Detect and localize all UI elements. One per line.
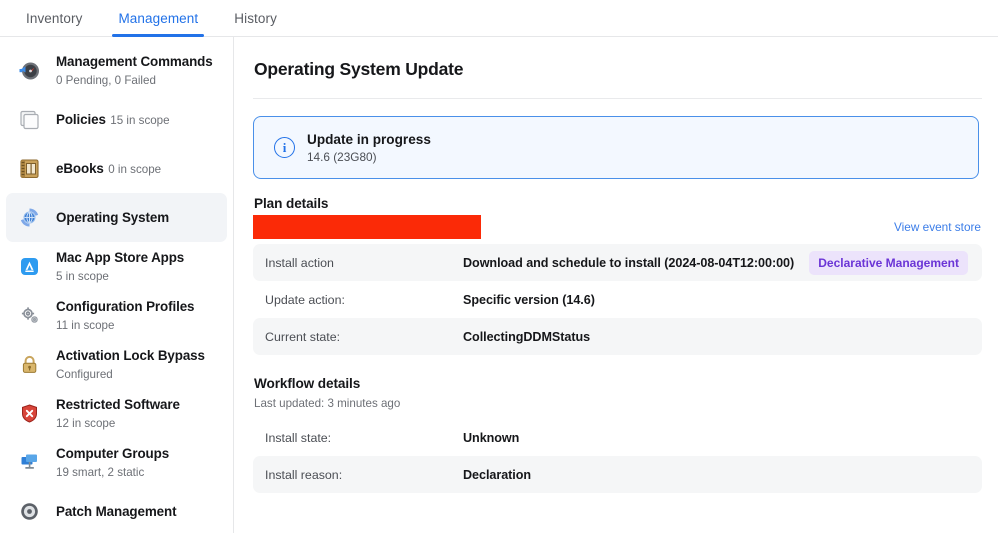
sidebar-item-text: Mac App Store Apps 5 in scope (56, 249, 217, 285)
sidebar-item-title: Policies (56, 111, 106, 127)
restricted-software-icon (16, 400, 43, 427)
sidebar-item-ebooks[interactable]: eBooks 0 in scope (6, 144, 227, 193)
table-row: Update action: Specific version (14.6) (253, 281, 982, 318)
sidebar-item-management-commands[interactable]: Management Commands 0 Pending, 0 Failed (6, 46, 227, 95)
sidebar-item-computer-groups[interactable]: Computer Groups 19 smart, 2 static (6, 438, 227, 487)
sidebar: Management Commands 0 Pending, 0 Failed … (0, 37, 234, 533)
sidebar-item-text: Restricted Software 12 in scope (56, 396, 217, 432)
tab-management[interactable]: Management (100, 0, 216, 37)
banner-title: Update in progress (307, 131, 431, 147)
table-row: Install state: Unknown (253, 419, 982, 456)
sidebar-item-restricted-software[interactable]: Restricted Software 12 in scope (6, 389, 227, 438)
table-row: Install reason: Declaration (253, 456, 982, 493)
view-event-store-link[interactable]: View event store (894, 220, 982, 234)
sidebar-item-text: Configuration Profiles 11 in scope (56, 298, 217, 334)
row-value: Declaration (463, 467, 532, 482)
management-commands-icon (16, 57, 43, 84)
info-icon: i (274, 137, 295, 158)
redacted-block (253, 215, 481, 239)
tab-inventory[interactable]: Inventory (8, 0, 100, 36)
sidebar-item-text: Patch Management (56, 503, 177, 521)
row-value: Specific version (14.6) (463, 292, 595, 307)
sidebar-item-subtitle: 0 Pending, 0 Failed (56, 73, 156, 87)
row-value: CollectingDDMStatus (463, 329, 591, 344)
sidebar-item-text: eBooks 0 in scope (56, 160, 161, 178)
sidebar-item-text: Management Commands 0 Pending, 0 Failed (56, 53, 217, 89)
sidebar-item-subtitle: 5 in scope (56, 269, 109, 283)
sidebar-item-subtitle: 12 in scope (56, 416, 116, 430)
row-label: Install reason: (265, 467, 343, 482)
tab-inventory-label: Inventory (26, 10, 83, 26)
sidebar-item-activation-lock-bypass[interactable]: Activation Lock Bypass Configured (6, 340, 227, 389)
row-label: Current state: (265, 329, 341, 344)
sidebar-item-text: Activation Lock Bypass Configured (56, 347, 217, 383)
row-value: Download and schedule to install (2024-0… (463, 255, 795, 270)
plan-subheader-row: View event store (253, 215, 982, 239)
tab-history[interactable]: History (216, 0, 295, 36)
sidebar-item-title: Patch Management (56, 503, 177, 519)
sidebar-item-subtitle: 15 in scope (110, 113, 170, 127)
status-badge: Declarative Management (809, 250, 968, 275)
sidebar-item-mac-app-store-apps[interactable]: Mac App Store Apps 5 in scope (6, 242, 227, 291)
row-label: Install state: (265, 430, 332, 445)
sidebar-item-title: Mac App Store Apps (56, 249, 185, 265)
title-divider (253, 98, 982, 99)
mac-app-store-icon (16, 253, 43, 280)
sidebar-item-title: Computer Groups (56, 445, 170, 461)
sidebar-item-title: Operating System (56, 209, 169, 225)
row-label: Update action: (265, 292, 345, 307)
table-row: Install action Download and schedule to … (253, 244, 982, 281)
top-tab-bar: Inventory Management History (0, 0, 998, 37)
sidebar-item-title: Restricted Software (56, 396, 180, 412)
workflow-details-heading: Workflow details (254, 376, 361, 391)
tab-history-label: History (234, 10, 277, 26)
page-title: Operating System Update (254, 59, 464, 79)
policies-icon (16, 106, 43, 133)
sidebar-item-title: eBooks (56, 160, 104, 176)
sidebar-item-subtitle: 19 smart, 2 static (56, 465, 145, 479)
workflow-details-table: Install state: Unknown Install reason: D… (253, 419, 982, 493)
ebooks-icon (16, 155, 43, 182)
sidebar-item-title: Management Commands (56, 53, 213, 69)
row-label: Install action (265, 255, 334, 270)
update-status-banner: i Update in progress 14.6 (23G80) (253, 116, 979, 179)
sidebar-item-subtitle: 0 in scope (108, 162, 162, 176)
table-row: Current state: CollectingDDMStatus (253, 318, 982, 355)
sidebar-item-title: Activation Lock Bypass (56, 347, 205, 363)
sidebar-item-subtitle: 11 in scope (56, 318, 115, 332)
activation-lock-icon (16, 351, 43, 378)
operating-system-icon (16, 204, 43, 231)
tab-management-label: Management (118, 10, 199, 26)
computer-groups-icon (16, 449, 43, 476)
banner-subtitle: 14.6 (23G80) (307, 149, 377, 164)
plan-details-heading: Plan details (254, 196, 329, 211)
content-shell: Management Commands 0 Pending, 0 Failed … (0, 37, 998, 533)
sidebar-item-patch-management[interactable]: Patch Management (6, 487, 227, 533)
plan-details-table: Install action Download and schedule to … (253, 244, 982, 355)
main-content: Operating System Update i Update in prog… (234, 37, 998, 533)
sidebar-item-text: Operating System (56, 209, 169, 227)
sidebar-item-text: Policies 15 in scope (56, 111, 170, 129)
configuration-profiles-icon (16, 302, 43, 329)
patch-management-icon (16, 498, 43, 525)
sidebar-item-operating-system[interactable]: Operating System (6, 193, 227, 242)
sidebar-item-policies[interactable]: Policies 15 in scope (6, 95, 227, 144)
sidebar-item-subtitle: Configured (56, 367, 113, 381)
sidebar-item-configuration-profiles[interactable]: Configuration Profiles 11 in scope (6, 291, 227, 340)
last-updated-text: Last updated: 3 minutes ago (254, 397, 401, 410)
banner-text: Update in progress 14.6 (23G80) (307, 131, 431, 165)
row-value: Unknown (463, 430, 520, 445)
sidebar-item-text: Computer Groups 19 smart, 2 static (56, 445, 217, 481)
sidebar-item-title: Configuration Profiles (56, 298, 195, 314)
